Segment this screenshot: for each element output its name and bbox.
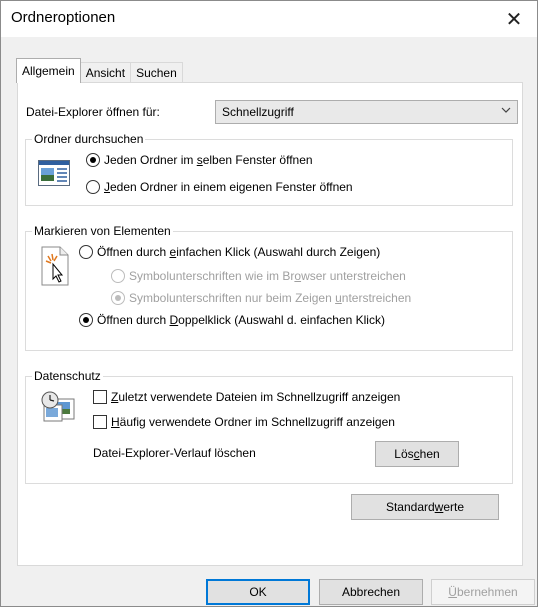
apply-button[interactable]: Übernehmen bbox=[431, 579, 535, 605]
radio-underline-browser[interactable] bbox=[111, 269, 125, 283]
cancel-button[interactable]: Abbrechen bbox=[319, 579, 423, 605]
close-icon: ✕ bbox=[505, 8, 523, 31]
ok-button[interactable]: OK bbox=[206, 579, 310, 605]
pointer-click-icon bbox=[41, 246, 69, 286]
clear-history-button[interactable]: Lös c hen bbox=[375, 441, 459, 467]
checkbox-recent-files[interactable] bbox=[93, 390, 107, 404]
radio-single-click[interactable] bbox=[79, 245, 93, 259]
same-window-label[interactable]: Jeden Ordner im selben Fenster öffnen bbox=[104, 153, 313, 167]
radio-same-window[interactable] bbox=[86, 153, 100, 167]
click-items-group: Markieren von Elementen Öffnen durch ein… bbox=[25, 224, 513, 351]
restore-defaults-button[interactable]: Standard w erte bbox=[351, 494, 499, 520]
recent-files-label[interactable]: Zuletzt verwendete Dateien im Schnellzug… bbox=[111, 390, 400, 404]
new-window-label[interactable]: Jeden Ordner in einem eigenen Fenster öf… bbox=[104, 180, 353, 194]
frequent-folders-label[interactable]: Häufig verwendete Ordner im Schnellzugri… bbox=[111, 415, 395, 429]
window-title: Ordneroptionen bbox=[11, 9, 116, 26]
explorer-open-value: Schnellzugriff bbox=[222, 105, 294, 119]
checkbox-frequent-folders[interactable] bbox=[93, 415, 107, 429]
click-items-legend: Markieren von Elementen bbox=[32, 224, 173, 238]
chevron-down-icon bbox=[501, 107, 511, 113]
underline-browser-label[interactable]: Symbolunterschriften wie im Browser unte… bbox=[129, 269, 406, 283]
folder-options-dialog: Ordneroptionen ✕ Allgemein Ansicht Suche… bbox=[0, 0, 538, 607]
tab-general[interactable]: Allgemein bbox=[16, 58, 81, 83]
radio-new-window[interactable] bbox=[86, 180, 100, 194]
title-bar: Ordneroptionen ✕ bbox=[1, 1, 537, 37]
underline-point-label[interactable]: Symbolunterschriften nur beim Zeigen unt… bbox=[129, 291, 411, 305]
general-tab-panel: Datei-Explorer öffnen für: Schnellzugrif… bbox=[17, 82, 523, 566]
browse-folders-legend: Ordner durchsuchen bbox=[32, 132, 146, 146]
tab-search[interactable]: Suchen bbox=[130, 62, 183, 83]
tab-view[interactable]: Ansicht bbox=[79, 62, 132, 83]
double-click-label[interactable]: Öffnen durch Doppelklick (Auswahl d. ein… bbox=[97, 313, 385, 327]
explorer-open-dropdown[interactable]: Schnellzugriff bbox=[215, 100, 518, 124]
explorer-open-label: Datei-Explorer öffnen für: bbox=[26, 105, 160, 119]
single-click-label[interactable]: Öffnen durch einfachen Klick (Auswahl du… bbox=[97, 245, 380, 259]
privacy-legend: Datenschutz bbox=[32, 369, 103, 383]
privacy-group: Datenschutz Zuletzt verwendete Dateien i… bbox=[25, 369, 513, 484]
history-label: Datei-Explorer-Verlauf löschen bbox=[93, 446, 256, 460]
folder-window-icon bbox=[38, 160, 70, 186]
browse-folders-group: Ordner durchsuchen Jeden Ordner im selbe… bbox=[25, 132, 513, 206]
close-button[interactable]: ✕ bbox=[491, 1, 537, 37]
radio-underline-point[interactable] bbox=[111, 291, 125, 305]
privacy-clock-icon bbox=[41, 391, 75, 422]
radio-double-click[interactable] bbox=[79, 313, 93, 327]
tab-strip: Allgemein Ansicht Suchen bbox=[16, 58, 183, 83]
